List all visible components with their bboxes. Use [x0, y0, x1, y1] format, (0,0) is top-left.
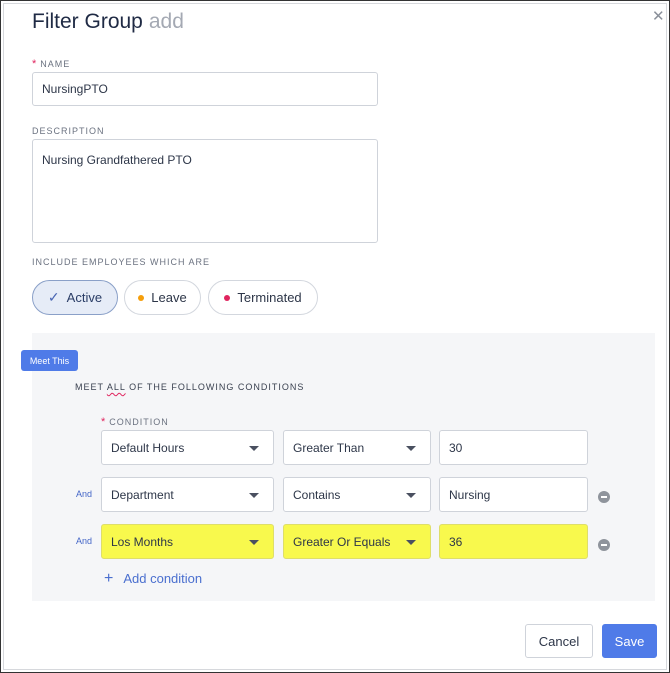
pill-label: Active — [66, 290, 103, 305]
remove-condition-icon[interactable] — [598, 491, 610, 503]
terminated-dot-icon — [224, 294, 231, 301]
chevron-down-icon — [249, 540, 259, 545]
meet-mode[interactable]: ALL — [107, 382, 126, 392]
required-marker: * — [101, 416, 106, 428]
save-button[interactable]: Save — [602, 624, 657, 658]
leave-dot-icon — [138, 294, 145, 301]
condition-field-select[interactable]: Department — [101, 477, 274, 512]
condition-value-input[interactable]: 36 — [439, 524, 588, 559]
check-icon: ✓ — [47, 289, 60, 305]
cancel-button[interactable]: Cancel — [525, 624, 593, 658]
name-input[interactable]: NursingPTO — [32, 72, 378, 106]
condition-connector: And — [76, 489, 93, 499]
status-pill-leave[interactable]: Leave — [124, 280, 201, 315]
add-condition-label: Add condition — [123, 571, 203, 586]
name-label: * NAME — [32, 58, 71, 70]
dialog-title: Filter Group add — [32, 10, 184, 33]
status-pill-active[interactable]: ✓ Active — [32, 280, 118, 315]
pill-label: Terminated — [237, 290, 302, 305]
chevron-down-icon — [406, 446, 416, 451]
condition-operator-select[interactable]: Greater Than — [283, 430, 431, 465]
conditions-panel — [32, 333, 655, 601]
description-textarea[interactable]: Nursing Grandfathered PTO — [32, 139, 378, 243]
condition-connector: And — [76, 536, 93, 546]
condition-value-input[interactable]: 30 — [439, 430, 588, 465]
condition-operator-select[interactable]: Greater Or Equals — [283, 524, 431, 559]
condition-value-input[interactable]: Nursing — [439, 477, 588, 512]
include-employees-label: INCLUDE EMPLOYEES WHICH ARE — [32, 257, 211, 267]
dialog-mode: add — [148, 10, 184, 33]
add-condition-button[interactable]: + Add condition — [104, 569, 203, 587]
remove-condition-icon[interactable] — [598, 539, 610, 551]
close-icon[interactable]: ✕ — [652, 9, 665, 24]
required-marker: * — [32, 58, 37, 70]
meet-this-badge[interactable]: Meet This — [21, 350, 78, 371]
plus-icon: + — [104, 569, 114, 587]
condition-field-select[interactable]: Default Hours — [101, 430, 274, 465]
chevron-down-icon — [249, 446, 259, 451]
chevron-down-icon — [249, 493, 259, 498]
condition-operator-select[interactable]: Contains — [283, 477, 431, 512]
condition-field-select[interactable]: Los Months — [101, 524, 274, 559]
chevron-down-icon — [406, 493, 416, 498]
description-label: DESCRIPTION — [32, 126, 105, 136]
pill-label: Leave — [151, 290, 187, 305]
condition-label: * CONDITION — [101, 416, 169, 428]
chevron-down-icon — [406, 540, 416, 545]
meet-conditions-text: MEET ALL OF THE FOLLOWING CONDITIONS — [75, 382, 305, 392]
status-pill-terminated[interactable]: Terminated — [208, 280, 318, 315]
